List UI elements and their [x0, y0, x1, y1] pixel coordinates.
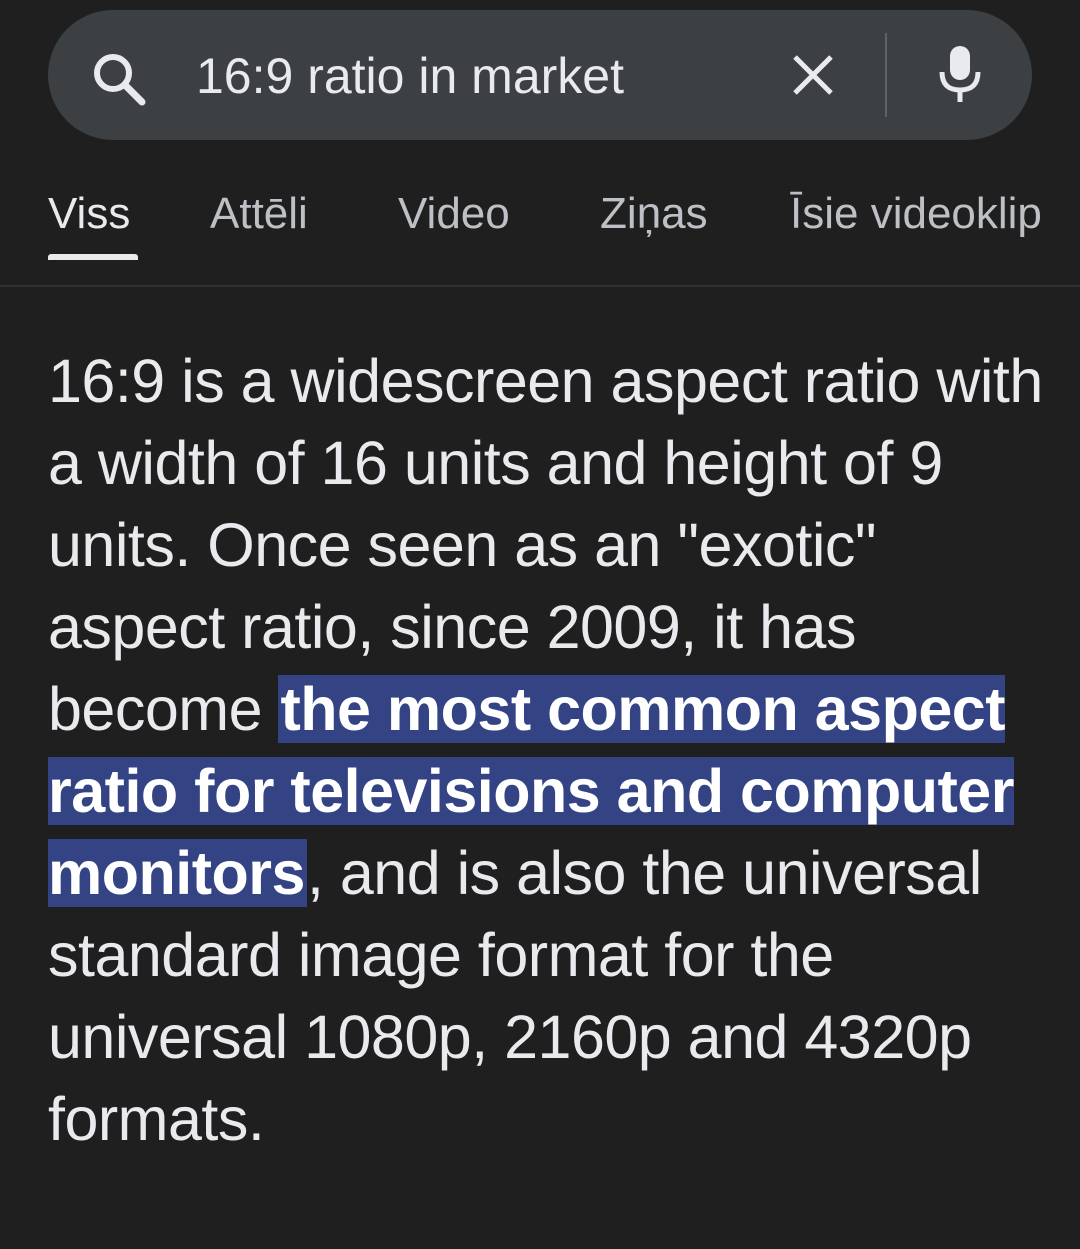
- tab-news[interactable]: Ziņas: [600, 180, 708, 250]
- featured-snippet: 16:9 is a widescreen aspect ratio with a…: [48, 340, 1048, 1160]
- tab-bar: Viss Attēli Video Ziņas Īsie videoklip: [0, 180, 1080, 260]
- search-input[interactable]: 16:9 ratio in market: [196, 44, 624, 108]
- close-icon[interactable]: [790, 52, 836, 98]
- tab-video[interactable]: Video: [398, 180, 510, 250]
- tab-all[interactable]: Viss: [48, 180, 130, 250]
- microphone-icon[interactable]: [936, 44, 984, 104]
- tab-images[interactable]: Attēli: [210, 180, 308, 250]
- search-icon[interactable]: [90, 50, 148, 108]
- tab-short-videos[interactable]: Īsie videoklip: [790, 180, 1042, 250]
- active-tab-indicator: [48, 254, 138, 260]
- tabs-divider: [0, 285, 1080, 287]
- search-divider: [885, 33, 887, 117]
